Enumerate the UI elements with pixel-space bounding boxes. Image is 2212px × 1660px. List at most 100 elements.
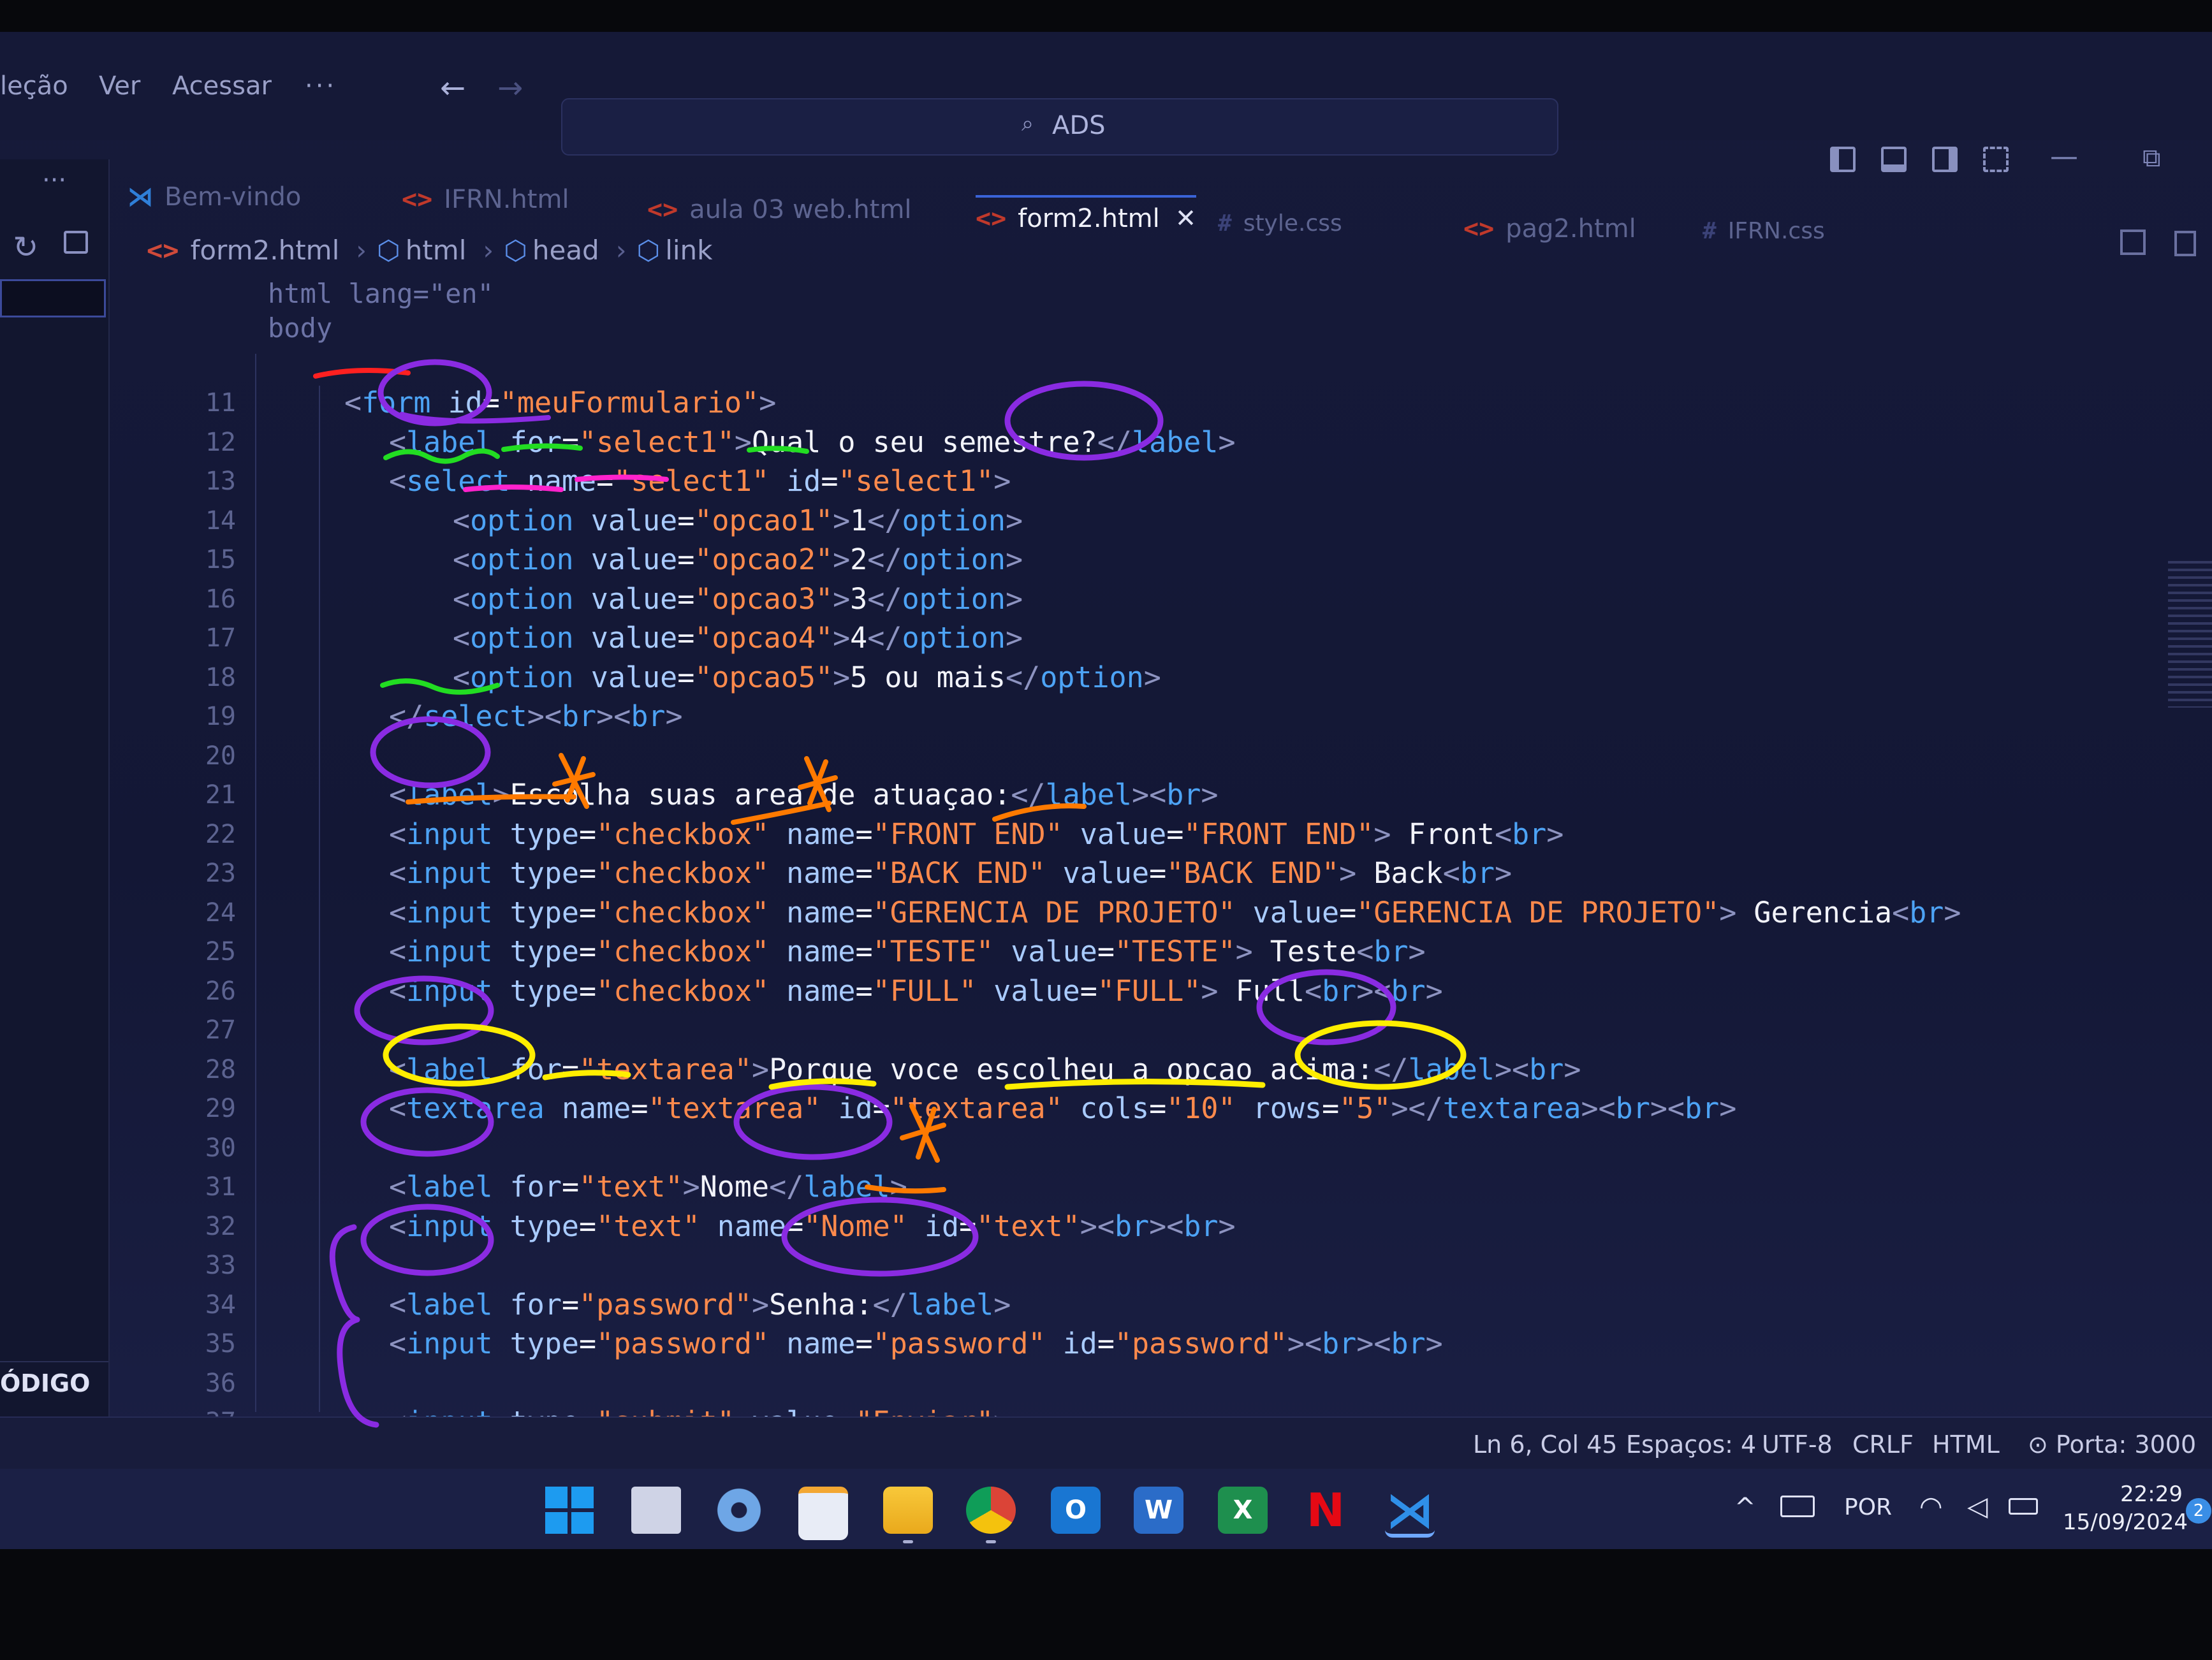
task-view-icon[interactable]: [631, 1487, 681, 1534]
code-line[interactable]: <select name="select1" id="select1">: [389, 464, 1011, 498]
code-line[interactable]: <option value="opcao5">5 ou mais</option…: [453, 660, 1161, 694]
tab-welcome[interactable]: ⋊ Bem-vindo: [128, 182, 301, 227]
sticky-html-line[interactable]: html lang="en": [268, 278, 494, 309]
tab-ifrn-html[interactable]: <> IFRN.html: [402, 185, 569, 229]
code-token: ><: [596, 699, 631, 733]
excel-icon[interactable]: X: [1218, 1487, 1268, 1534]
tab-aula-03-web-html[interactable]: <> aula 03 web.html: [647, 195, 912, 240]
line-ending[interactable]: CRLF: [1852, 1431, 1914, 1459]
minimap[interactable]: [2168, 561, 2212, 708]
selected-explorer-item[interactable]: [0, 279, 106, 317]
code-token: =: [1080, 973, 1097, 1008]
code-token: "text": [596, 1209, 700, 1243]
code-line[interactable]: <input type="checkbox" name="GERENCIA DE…: [389, 896, 1961, 929]
clock-time[interactable]: 22:29: [2120, 1482, 2183, 1507]
more-actions-icon[interactable]: ···: [42, 166, 66, 195]
close-icon[interactable]: ✕: [1175, 204, 1197, 233]
line-number: 12: [205, 427, 236, 457]
outlook-icon[interactable]: O: [1051, 1487, 1101, 1534]
keyboard-icon[interactable]: [1780, 1496, 1815, 1517]
collapse-folders-icon[interactable]: [64, 231, 88, 254]
code-token: <: [389, 425, 407, 459]
code-token: >: [1373, 817, 1391, 851]
back-arrow-icon[interactable]: ←: [440, 70, 465, 106]
clock-date[interactable]: 15/09/2024: [2063, 1510, 2188, 1535]
menu-selection[interactable]: leção: [0, 71, 68, 101]
code-token: <: [453, 581, 471, 616]
code-line[interactable]: <input type="checkbox" name="BACK END" v…: [389, 856, 1512, 890]
volume-icon[interactable]: ◁: [1967, 1490, 1988, 1522]
code-token: "5": [1339, 1091, 1391, 1125]
netflix-icon[interactable]: N: [1301, 1487, 1351, 1534]
code-line[interactable]: <option value="opcao1">1</option>: [453, 504, 1023, 537]
windows-start-icon[interactable]: [545, 1487, 595, 1534]
microsoft-store-icon[interactable]: [798, 1487, 848, 1540]
input-language[interactable]: POR: [1844, 1494, 1892, 1520]
code-token: input: [406, 973, 493, 1008]
vscode-taskbar-icon[interactable]: ⋊: [1385, 1486, 1435, 1538]
notification-badge[interactable]: 2: [2186, 1498, 2211, 1524]
code-token: <: [1494, 817, 1513, 851]
breadcrumb-html[interactable]: html: [406, 235, 467, 266]
code-editor[interactable]: html lang="en" body 11 12 13 14 15 16 17 18 19 20…: [108, 274, 2212, 1478]
code-line[interactable]: <option value="opcao2">2</option>: [453, 542, 1023, 576]
live-server-port[interactable]: ⊙ Porta: 3000: [2028, 1431, 2196, 1459]
code-line[interactable]: <input type="text" name="Nome" id="text"…: [389, 1209, 1236, 1243]
refresh-icon[interactable]: ↻: [13, 229, 38, 265]
code-token: input: [406, 1209, 493, 1243]
code-line[interactable]: <label for="text">Nome</label>: [389, 1170, 907, 1204]
battery-icon[interactable]: [2009, 1498, 2038, 1515]
code-token: <: [389, 1209, 407, 1243]
forward-arrow-icon[interactable]: →: [497, 70, 523, 106]
code-line[interactable]: <option value="opcao4">4</option>: [453, 621, 1023, 655]
indentation[interactable]: Espaços: 4: [1626, 1431, 1756, 1459]
word-icon[interactable]: W: [1134, 1487, 1183, 1534]
code-line[interactable]: <form id="meuFormulario">: [344, 386, 776, 419]
code-line[interactable]: <label for="textarea">Porque voce escolh…: [389, 1052, 1581, 1086]
search-icon: ⌕: [1022, 111, 1034, 136]
menu-view[interactable]: Ver: [99, 71, 140, 101]
tab-form2-html[interactable]: <> form2.html ✕: [976, 195, 1197, 249]
show-hidden-icons-chevron-icon[interactable]: ^: [1734, 1493, 1756, 1522]
open-preview-icon[interactable]: [2174, 231, 2196, 256]
tab-style-css[interactable]: # style.css: [1218, 210, 1342, 255]
code-line[interactable]: <input type="checkbox" name="TESTE" valu…: [389, 935, 1426, 968]
menu-go[interactable]: Acessar: [172, 71, 272, 101]
code-line[interactable]: <option value="opcao3">3</option>: [453, 582, 1023, 616]
code-token: type: [509, 1327, 580, 1360]
breadcrumb-link[interactable]: link: [665, 235, 712, 266]
breadcrumb-file[interactable]: form2.html: [191, 235, 340, 266]
code-token: </: [389, 699, 424, 733]
tab-label: Bem-vindo: [165, 182, 302, 212]
file-explorer-icon[interactable]: [883, 1487, 933, 1534]
html-file-icon: <>: [976, 204, 1007, 233]
code-line[interactable]: <label for="select1">Qual o seu semestre…: [389, 425, 1236, 459]
sticky-body-line[interactable]: body: [268, 312, 332, 344]
encoding[interactable]: UTF-8: [1762, 1431, 1833, 1459]
code-line[interactable]: <input type="password" name="password" i…: [389, 1327, 1443, 1360]
cursor-position[interactable]: Ln 6, Col 45: [1473, 1431, 1617, 1459]
code-token: br: [1114, 1209, 1150, 1243]
chrome-icon[interactable]: [966, 1487, 1016, 1534]
split-editor-icon[interactable]: [2120, 229, 2146, 255]
code-token: >: [993, 1287, 1011, 1321]
code-line[interactable]: <label for="password">Senha:</label>: [389, 1288, 1011, 1321]
code-line[interactable]: <textarea name="textarea" id="textarea" …: [389, 1091, 1736, 1125]
code-token: >: [492, 778, 510, 812]
sidebar-section-codigo[interactable]: ÓDIGO: [0, 1369, 90, 1397]
code-line[interactable]: <input type="checkbox" name="FRONT END" …: [389, 817, 1564, 851]
code-token: "FRONT END": [872, 817, 1063, 851]
menu-more[interactable]: ···: [305, 71, 337, 101]
settings-gear-icon[interactable]: [714, 1487, 764, 1534]
wifi-icon[interactable]: ◠: [1919, 1490, 1943, 1522]
code-line[interactable]: </select><br><br>: [389, 699, 683, 733]
tab-pag2-html[interactable]: <> pag2.html: [1463, 214, 1636, 259]
breadcrumb-head[interactable]: head: [532, 235, 599, 266]
code-line[interactable]: <input type="checkbox" name="FULL" value…: [389, 974, 1443, 1008]
tab-ifrn-css[interactable]: # IFRN.css: [1703, 218, 1825, 263]
code-token: ><: [1287, 1327, 1322, 1360]
code-line[interactable]: <label>Escolha suas area de atuaçao:</la…: [389, 778, 1218, 812]
language-mode[interactable]: HTML: [1932, 1431, 2000, 1459]
command-center-search[interactable]: ⌕ ADS: [561, 98, 1558, 156]
